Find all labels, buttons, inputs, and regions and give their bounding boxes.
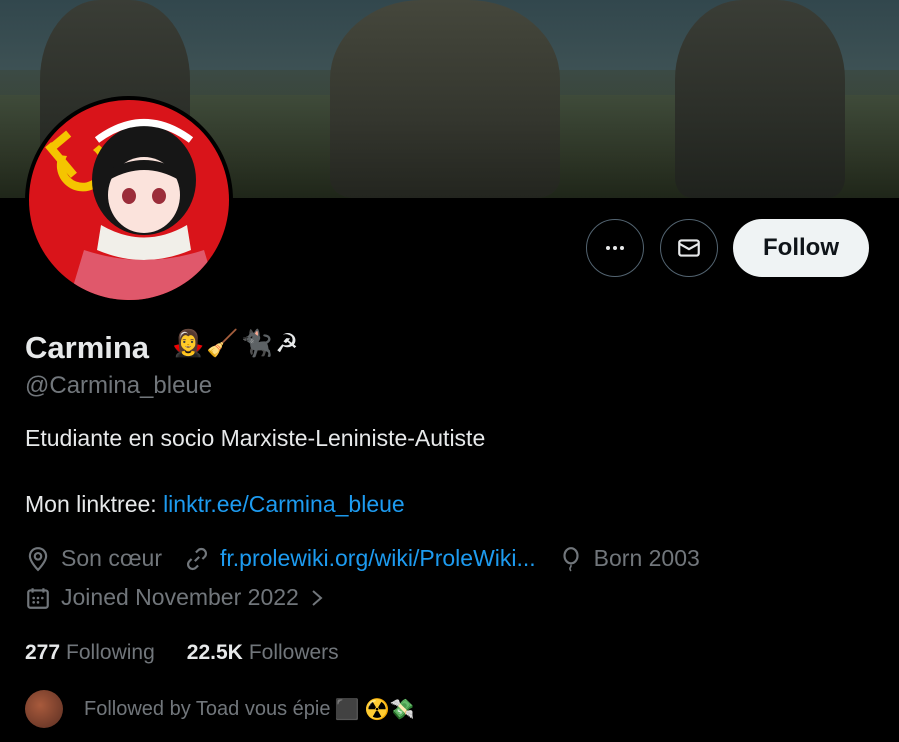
followers-stat[interactable]: 22.5K Followers: [187, 641, 339, 665]
banner-figure-center: [330, 0, 560, 198]
message-button[interactable]: [660, 219, 718, 277]
banner-figure-right: [675, 0, 845, 198]
mail-icon: [678, 239, 700, 257]
location-text: Son cœur: [61, 545, 162, 571]
calendar-icon: [27, 587, 49, 609]
bio-line-1: Etudiante en socio Marxiste-Leniniste-Au…: [25, 425, 486, 451]
followed-by[interactable]: Followed by Toad vous épie ⬛ ☢️💸: [25, 690, 415, 728]
following-count: 277: [25, 641, 61, 664]
website-link[interactable]: fr.prolewiki.org/wiki/ProleWiki...: [220, 545, 536, 572]
website-item[interactable]: fr.prolewiki.org/wiki/ProleWiki...: [184, 545, 536, 572]
avatar-illustration: [45, 119, 219, 300]
followed-by-text: Followed by Toad vous épie: [84, 697, 331, 720]
more-button[interactable]: [586, 219, 644, 277]
profile-meta-row-2[interactable]: Joined November 2022: [25, 584, 349, 611]
display-name: Carmina: [25, 330, 150, 365]
balloon-icon: [563, 546, 579, 571]
follow-button[interactable]: Follow: [733, 219, 869, 277]
bio-linktree-prefix: Mon linktree:: [25, 491, 164, 517]
more-dots-icon: [606, 246, 624, 250]
location-pin-icon: [28, 546, 48, 571]
profile-avatar[interactable]: [25, 96, 233, 304]
joined-text: Joined November 2022: [61, 584, 299, 610]
follow-stats: 277 Following 22.5K Followers: [25, 641, 371, 665]
bio-line-2: Mon linktree: linktr.ee/Carmina_bleue: [25, 491, 405, 518]
following-label: Following: [66, 641, 155, 664]
birth-item: Born 2003: [558, 545, 700, 572]
following-stat[interactable]: 277 Following: [25, 641, 155, 665]
followers-count: 22.5K: [186, 641, 243, 664]
followed-by-emoji: ⬛ ☢️💸: [334, 698, 415, 721]
profile-meta-row-1: Son cœur fr.prolewiki.org/wiki/ProleWiki…: [25, 545, 722, 572]
joined-item[interactable]: Joined November 2022: [25, 584, 327, 611]
bio-link[interactable]: linktr.ee/Carmina_bleue: [163, 491, 405, 517]
birth-text: Born 2003: [593, 545, 700, 571]
location-item: Son cœur: [25, 545, 162, 572]
name-emojis: 🧛‍♀️🧹🐈‍⬛☭: [172, 328, 301, 358]
follower-avatar: [25, 690, 63, 728]
avatar-image: [29, 100, 229, 300]
chevron-right-icon: [312, 589, 323, 606]
user-handle: @Carmina_bleue: [25, 372, 213, 399]
followers-label: Followers: [248, 641, 339, 664]
link-icon: [186, 547, 207, 570]
